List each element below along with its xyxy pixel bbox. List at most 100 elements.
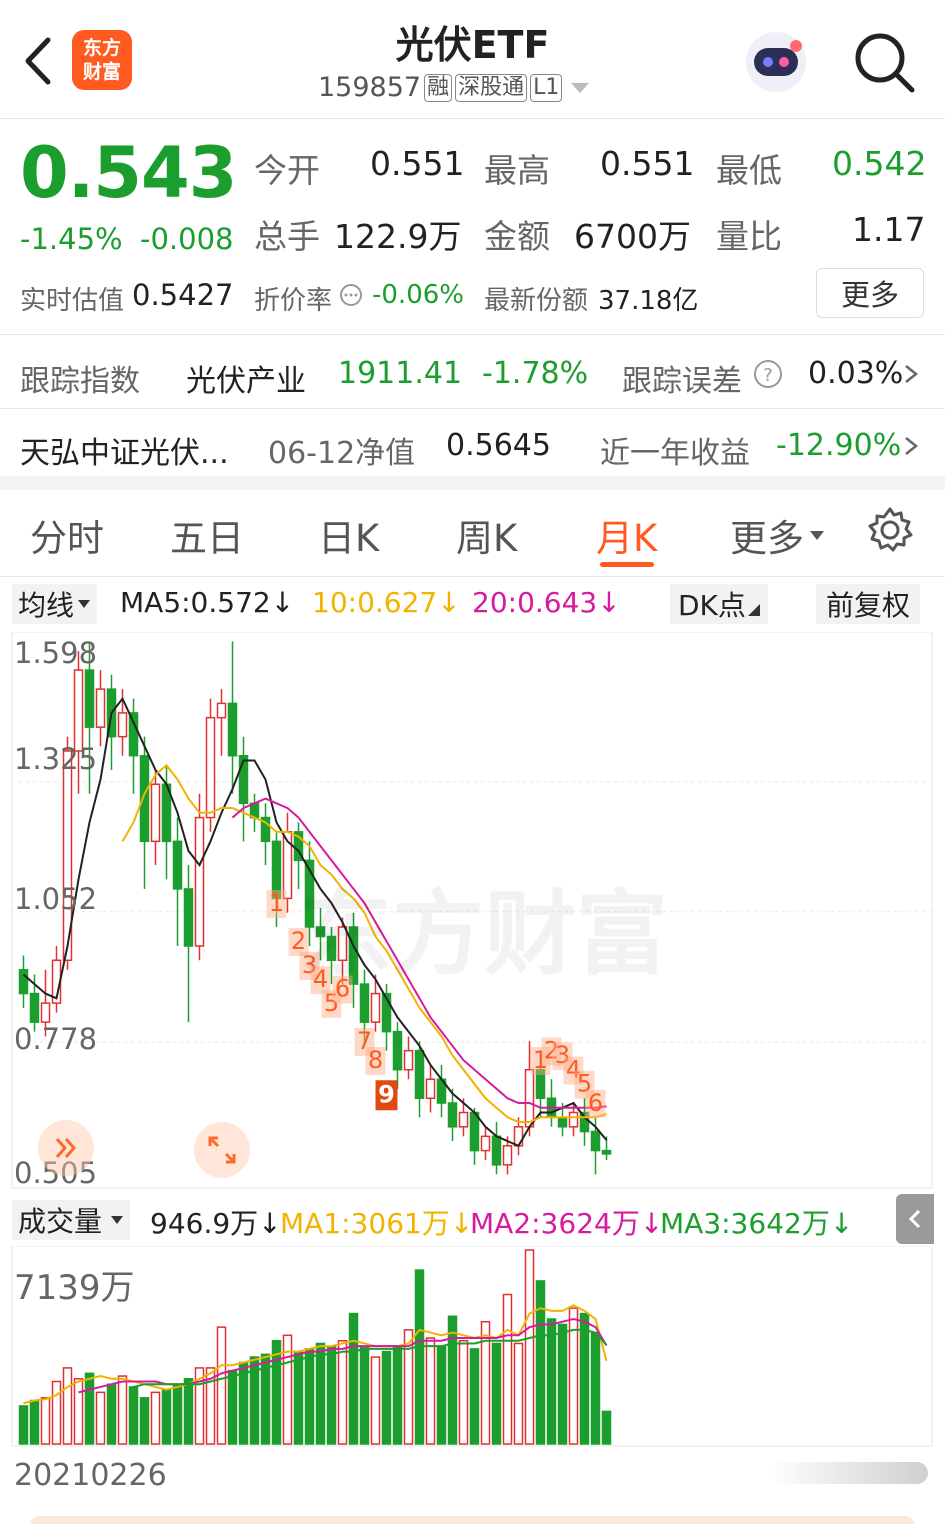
candle-up: [370, 992, 381, 1023]
candle-down: [392, 1030, 403, 1071]
ratio-value: 1.17: [852, 210, 926, 249]
tracking-index-label: 跟踪指数: [20, 364, 140, 399]
tab-more[interactable]: 更多: [730, 508, 826, 562]
ma10-value: 10:0.627: [312, 586, 438, 619]
dk-signal-label: 9: [378, 1080, 395, 1108]
volume-bar-down: [293, 1350, 304, 1445]
robot-assistant-icon[interactable]: [738, 24, 814, 100]
dk-signal-label: 8: [368, 1046, 383, 1074]
info-icon[interactable]: [338, 282, 364, 308]
high-label: 最高: [484, 151, 550, 190]
chevron-right-icon: [905, 437, 919, 455]
candle-down: [29, 992, 40, 1023]
volume-bar-down: [469, 1348, 480, 1445]
volume-bar-down: [557, 1323, 568, 1445]
candle-up: [425, 1078, 436, 1100]
volume-bar-up: [568, 1307, 579, 1445]
fund-nav-value: 0.5645: [446, 428, 551, 463]
candle-down: [557, 1116, 568, 1128]
volume-bar-up: [150, 1391, 161, 1445]
dropdown-icon[interactable]: [568, 79, 592, 97]
volume-bar-down: [359, 1345, 370, 1445]
help-icon[interactable]: ?: [752, 358, 784, 390]
volume-bar-down: [139, 1397, 150, 1445]
tag-margin: 融: [424, 73, 453, 102]
tab-monthly-k[interactable]: 月K: [596, 508, 657, 562]
amount-value: 6700万: [574, 217, 691, 256]
volume-bar-down: [535, 1280, 546, 1445]
dropdown-icon: [810, 531, 824, 540]
price-axis-label-3: 1.052: [14, 882, 98, 916]
volume-bar-down: [161, 1388, 172, 1445]
ma5-readout: MA5:0.572↓: [120, 586, 295, 619]
price-axis-label-2: 1.325: [14, 742, 98, 776]
volume-bar-down: [106, 1383, 117, 1445]
vol-ma2-readout: MA2:3624万↓: [470, 1207, 664, 1240]
ma5-value: MA5:0.572: [120, 586, 271, 619]
price-axis-label-4: 0.778: [14, 1022, 98, 1056]
tab-daily-k[interactable]: 日K: [318, 508, 379, 562]
fullscreen-icon: [208, 1136, 236, 1164]
candle-up: [502, 1145, 513, 1166]
volume-selector[interactable]: 成交量: [12, 1200, 131, 1240]
vol-ma1-value: MA1:3061万: [280, 1207, 450, 1240]
amount-label: 金额: [484, 217, 550, 256]
ma20-value: 20:0.643: [472, 586, 598, 619]
scroll-indicator[interactable]: [770, 1462, 928, 1484]
volume-bar-up: [524, 1249, 535, 1445]
candle-up: [40, 1002, 51, 1023]
candle-up: [73, 669, 84, 752]
volume-bar-down: [579, 1312, 590, 1445]
settings-gear-icon[interactable]: [866, 506, 914, 554]
vol-ma3-line: [133, 1328, 608, 1388]
candle-down: [128, 712, 139, 757]
chevron-right-icon: [905, 365, 919, 383]
ma10-readout: 10:0.627↓: [312, 586, 461, 619]
candle-down: [491, 1135, 502, 1166]
volume-label: 总手: [254, 217, 320, 256]
chevron-left-icon: [908, 1209, 921, 1229]
volume-bar-up: [458, 1339, 469, 1445]
bottom-action-bar[interactable]: [30, 1516, 915, 1524]
volume-bar-down: [381, 1350, 392, 1445]
adjust-label: 前复权: [826, 589, 911, 622]
candle-up: [216, 702, 227, 719]
adjust-button[interactable]: 前复权: [816, 584, 921, 624]
fund-return-value: -12.90%: [776, 428, 902, 463]
collapse-panel-button[interactable]: [896, 1194, 934, 1244]
candle-down: [447, 1102, 458, 1128]
volume-bar-down: [414, 1269, 425, 1445]
vol-ma3-readout: MA3:3642万↓: [660, 1207, 854, 1240]
tab-five-day[interactable]: 五日: [170, 508, 244, 562]
tab-active-underline: [600, 562, 654, 567]
open-label: 今开: [254, 151, 320, 190]
tab-weekly-k[interactable]: 周K: [456, 508, 517, 562]
volume-bar-up: [337, 1339, 348, 1445]
ratio-label: 量比: [716, 217, 782, 256]
search-icon[interactable]: [852, 30, 918, 96]
more-button[interactable]: 更多: [816, 268, 924, 318]
start-date-label: 20210226: [14, 1458, 167, 1493]
tag-connect: 深股通: [455, 73, 528, 102]
fullscreen-button[interactable]: [194, 1122, 250, 1178]
ma-selector-label: 均线: [18, 589, 75, 622]
tracking-index-name: 光伏产业: [186, 364, 306, 399]
candle-up: [95, 688, 106, 728]
tab-intraday[interactable]: 分时: [30, 508, 104, 562]
volume-bar-down: [172, 1383, 183, 1445]
ma-selector[interactable]: 均线: [12, 584, 98, 624]
volume-bar-down: [227, 1369, 238, 1445]
stock-code: 159857: [318, 72, 422, 103]
dk-signal-label: 6: [588, 1089, 603, 1117]
volume-bar-down: [447, 1315, 458, 1445]
candle-down: [172, 840, 183, 890]
candle-up: [150, 783, 161, 843]
volume-bar-down: [84, 1372, 95, 1445]
volume-bar-up: [40, 1397, 51, 1445]
dropdown-icon: [111, 1216, 124, 1224]
dk-point-button[interactable]: DK点: [670, 584, 768, 624]
volume-chart[interactable]: [0, 1246, 945, 1448]
volume-bar-down: [271, 1339, 282, 1445]
shares-value: 37.18亿: [598, 286, 699, 316]
expand-left-button[interactable]: [38, 1120, 94, 1176]
